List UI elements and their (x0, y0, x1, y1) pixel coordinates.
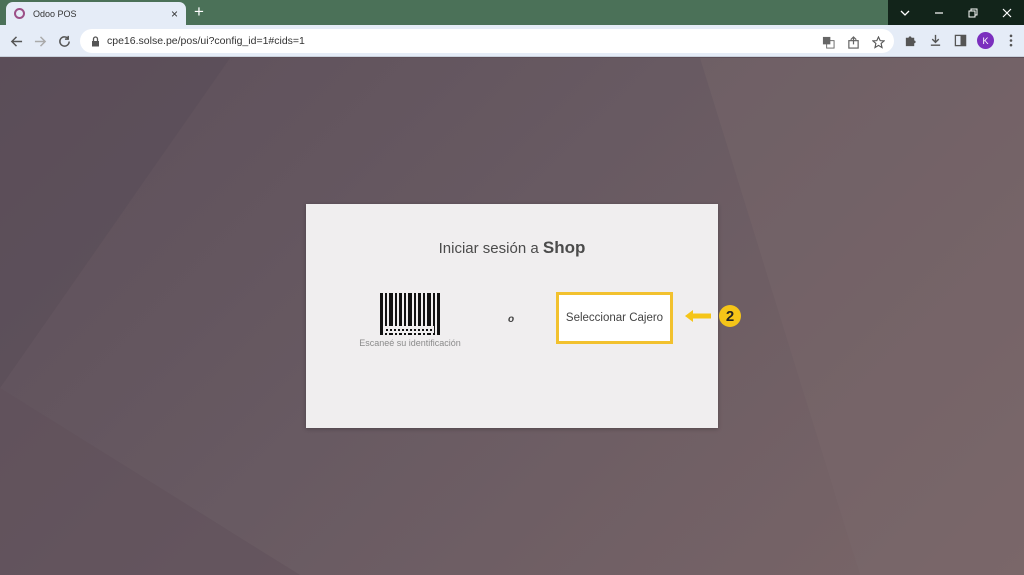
restore-button[interactable] (956, 0, 990, 25)
window-controls (888, 0, 1024, 25)
shop-name: Shop (542, 238, 586, 257)
extensions-button[interactable] (902, 33, 918, 49)
lock-icon (92, 35, 99, 46)
reload-icon (58, 35, 70, 47)
or-separator: o (508, 314, 515, 325)
reload-button[interactable] (56, 33, 72, 49)
browser-menu-button[interactable] (1003, 33, 1019, 49)
new-tab-button[interactable]: + (194, 3, 204, 21)
browser-toolbar: cpe16.solse.pe/pos/ui?config_id=1#cids=1… (0, 25, 1024, 57)
side-panel-icon (954, 34, 966, 47)
minimize-icon (935, 11, 943, 14)
tab-search-button[interactable] (888, 0, 922, 25)
star-icon (871, 35, 885, 49)
step-number-badge: 2 (719, 305, 741, 327)
back-button[interactable] (8, 33, 24, 49)
tab-title: Odoo POS (33, 8, 77, 19)
step-annotation: 2 (683, 305, 741, 327)
close-window-button[interactable] (990, 0, 1024, 25)
browser-tab[interactable]: Odoo POS × (6, 2, 186, 25)
chevron-down-icon (900, 10, 910, 16)
profile-avatar[interactable]: K (977, 32, 994, 49)
barcode-icon (380, 293, 440, 335)
pos-viewport: Iniciar sesión a Shop Escaneé su identif… (0, 58, 1024, 575)
arrow-left-icon (10, 35, 22, 47)
barcode-scan-block: Escaneé su identificación (350, 293, 470, 348)
downloads-button[interactable] (927, 33, 943, 49)
arrow-left-icon (685, 310, 711, 322)
kebab-menu-icon (1009, 34, 1013, 47)
puzzle-icon (905, 36, 916, 47)
url-text: cpe16.solse.pe/pos/ui?config_id=1#cids=1 (107, 35, 305, 47)
share-button[interactable] (845, 34, 861, 50)
browser-tabstrip: Odoo POS × + (0, 0, 1024, 25)
login-card: Iniciar sesión a Shop Escaneé su identif… (306, 204, 718, 428)
download-icon (930, 34, 940, 46)
extension-toolbar: K (902, 32, 1019, 49)
arrow-right-icon (34, 35, 46, 47)
restore-icon (968, 8, 978, 17)
side-panel-button[interactable] (952, 33, 968, 49)
login-title-prefix: Iniciar sesión a (438, 240, 539, 257)
select-cashier-button[interactable]: Seleccionar Cajero (556, 292, 673, 344)
address-bar[interactable]: cpe16.solse.pe/pos/ui?config_id=1#cids=1 (80, 29, 894, 53)
login-title: Iniciar sesión a Shop (306, 238, 718, 258)
close-tab-button[interactable]: × (171, 8, 178, 20)
share-icon (847, 35, 859, 49)
close-icon (1002, 8, 1012, 17)
bookmark-button[interactable] (870, 34, 886, 50)
translate-button[interactable] (820, 34, 836, 50)
odoo-favicon-icon (14, 8, 25, 19)
forward-button[interactable] (32, 33, 48, 49)
scan-id-label: Escaneé su identificación (359, 338, 461, 348)
minimize-button[interactable] (922, 0, 956, 25)
translate-icon (822, 36, 835, 49)
